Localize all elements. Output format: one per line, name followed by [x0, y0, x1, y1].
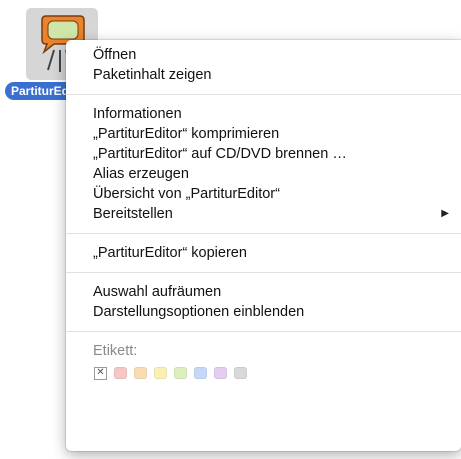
menu-item-open[interactable]: Öffnen: [66, 45, 461, 65]
menu-item-share[interactable]: Bereitstellen ▶: [66, 204, 461, 224]
menu-separator: [66, 233, 461, 234]
menu-separator: [66, 331, 461, 332]
submenu-arrow-icon: ▶: [441, 208, 449, 219]
menu-item-make-alias[interactable]: Alias erzeugen: [66, 164, 461, 184]
menu-item-quick-look[interactable]: Übersicht von „PartiturEditor“: [66, 184, 461, 204]
label-swatch-yellow[interactable]: [154, 367, 167, 379]
menu-item-show-view-options[interactable]: Darstellungsoptionen einblenden: [66, 302, 461, 322]
label-swatch-green[interactable]: [174, 367, 187, 379]
label-swatch-red[interactable]: [114, 367, 127, 379]
menu-item-clean-up-selection[interactable]: Auswahl aufräumen: [66, 282, 461, 302]
menu-item-copy[interactable]: „PartiturEditor“ kopieren: [66, 243, 461, 263]
label-swatch-blue[interactable]: [194, 367, 207, 379]
label-heading: Etikett:: [93, 343, 138, 359]
context-menu: Öffnen Paketinhalt zeigen Informationen …: [66, 40, 461, 451]
menu-section-open: Öffnen Paketinhalt zeigen: [66, 45, 461, 85]
menu-section-view: Auswahl aufräumen Darstellungsoptionen e…: [66, 282, 461, 322]
menu-section-labels: Etikett: ✕: [66, 341, 461, 383]
label-swatch-row: ✕: [66, 363, 461, 383]
label-swatch-purple[interactable]: [214, 367, 227, 379]
menu-section-file-actions: Informationen „PartiturEditor“ komprimie…: [66, 104, 461, 224]
label-swatch-orange[interactable]: [134, 367, 147, 379]
menu-item-show-package-contents[interactable]: Paketinhalt zeigen: [66, 65, 461, 85]
menu-section-copy: „PartiturEditor“ kopieren: [66, 243, 461, 263]
menu-item-get-info[interactable]: Informationen: [66, 104, 461, 124]
label-none-icon[interactable]: ✕: [94, 366, 107, 380]
menu-item-share-label: Bereitstellen: [93, 206, 173, 222]
menu-separator: [66, 272, 461, 273]
menu-item-burn-to-disc[interactable]: „PartiturEditor“ auf CD/DVD brennen …: [66, 144, 461, 164]
menu-separator: [66, 94, 461, 95]
menu-item-compress[interactable]: „PartiturEditor“ komprimieren: [66, 124, 461, 144]
label-swatch-gray[interactable]: [234, 367, 247, 379]
